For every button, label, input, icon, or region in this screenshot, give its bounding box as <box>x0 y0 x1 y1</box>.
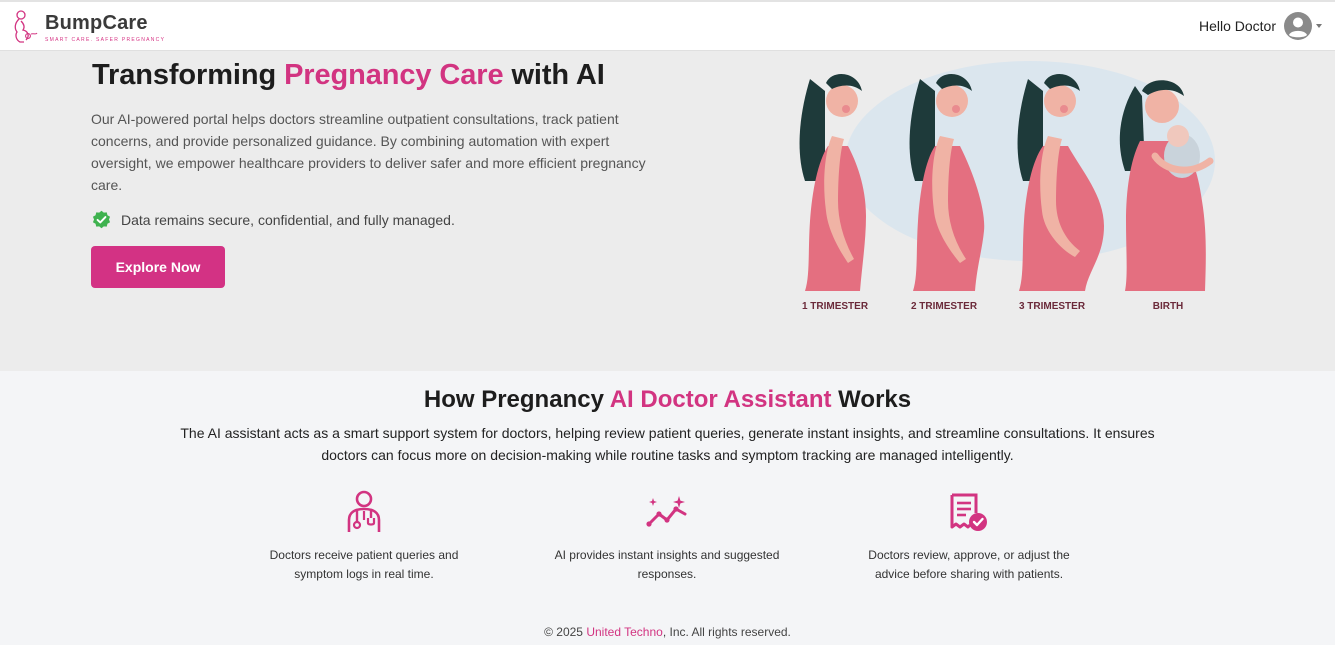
user-menu[interactable]: Hello Doctor <box>1199 12 1322 40</box>
hero-section: Transforming Pregnancy Care with AI Our … <box>0 51 1335 371</box>
user-greeting: Hello Doctor <box>1198 18 1276 34</box>
how-title-end: Works <box>831 386 912 413</box>
how-title-start: How Pregnancy <box>423 386 610 413</box>
top-navbar: BumpCare SMART CARE. SAFER PREGNANCY Hel… <box>0 2 1335 51</box>
doctor-icon <box>347 490 381 532</box>
ai-insights-icon <box>646 496 687 527</box>
stage-label-2: 2 TRIMESTER <box>911 301 978 312</box>
brand-name: BumpCare <box>45 12 148 34</box>
hero-title-start: Transforming <box>92 59 285 91</box>
secure-note: Data remains secure, confidential, and f… <box>91 209 455 230</box>
stage-labels: 1 TRIMESTER 2 TRIMESTER 3 TRIMESTER BIRT… <box>802 301 1183 312</box>
step-text-review-approve: Doctors review, approve, or adjust the a… <box>868 548 1070 581</box>
brand-tagline: SMART CARE. SAFER PREGNANCY <box>45 37 166 43</box>
footer: © 2025 United Techno, Inc. All rights re… <box>0 625 1335 639</box>
how-it-works-title: How Pregnancy AI Doctor Assistant Works <box>0 386 1335 414</box>
footer-rights: , Inc. All rights reserved. <box>662 625 791 639</box>
brand-logo[interactable]: BumpCare SMART CARE. SAFER PREGNANCY <box>11 9 165 45</box>
step-card-ai-insights: AI provides instant insights and suggest… <box>552 488 782 584</box>
stage-label-3: 3 TRIMESTER <box>1019 301 1086 312</box>
stage-figure-1 <box>799 73 866 291</box>
explore-now-button[interactable]: Explore Now <box>91 246 225 288</box>
step-text-receive-queries: Doctors receive patient queries and symp… <box>269 548 459 581</box>
chevron-down-icon <box>1316 24 1322 28</box>
bumpcare-logo-icon <box>14 10 38 43</box>
pregnancy-stages-illustration: 1 TRIMESTER 2 TRIMESTER 3 TRIMESTER BIRT… <box>799 61 1215 312</box>
hero-title-end: with AI <box>503 59 605 91</box>
secure-note-text: Data remains secure, confidential, and f… <box>121 211 455 228</box>
stage-label-1: 1 TRIMESTER <box>802 301 869 312</box>
hero-description: Our AI-powered portal helps doctors stre… <box>91 111 646 193</box>
how-title-highlight: AI Doctor Assistant <box>609 386 832 413</box>
footer-copyright: © 2025 <box>544 625 587 639</box>
stage-figure-4 <box>1119 80 1214 291</box>
step-card-receive-queries: Doctors receive patient queries and symp… <box>249 488 479 584</box>
approval-document-icon <box>950 493 987 531</box>
how-it-works-description: The AI assistant acts as a smart support… <box>180 425 1155 463</box>
step-text-ai-insights: AI provides instant insights and suggest… <box>554 548 780 581</box>
user-avatar-icon <box>1284 12 1312 40</box>
stage-label-4: BIRTH <box>1153 301 1184 312</box>
footer-company-link[interactable]: United Techno <box>586 625 663 639</box>
hero-title-highlight: Pregnancy Care <box>284 59 504 91</box>
verified-badge-icon <box>92 210 111 229</box>
step-card-review-approve: Doctors review, approve, or adjust the a… <box>854 488 1084 584</box>
hero-title: Transforming Pregnancy Care with AI <box>92 59 605 92</box>
